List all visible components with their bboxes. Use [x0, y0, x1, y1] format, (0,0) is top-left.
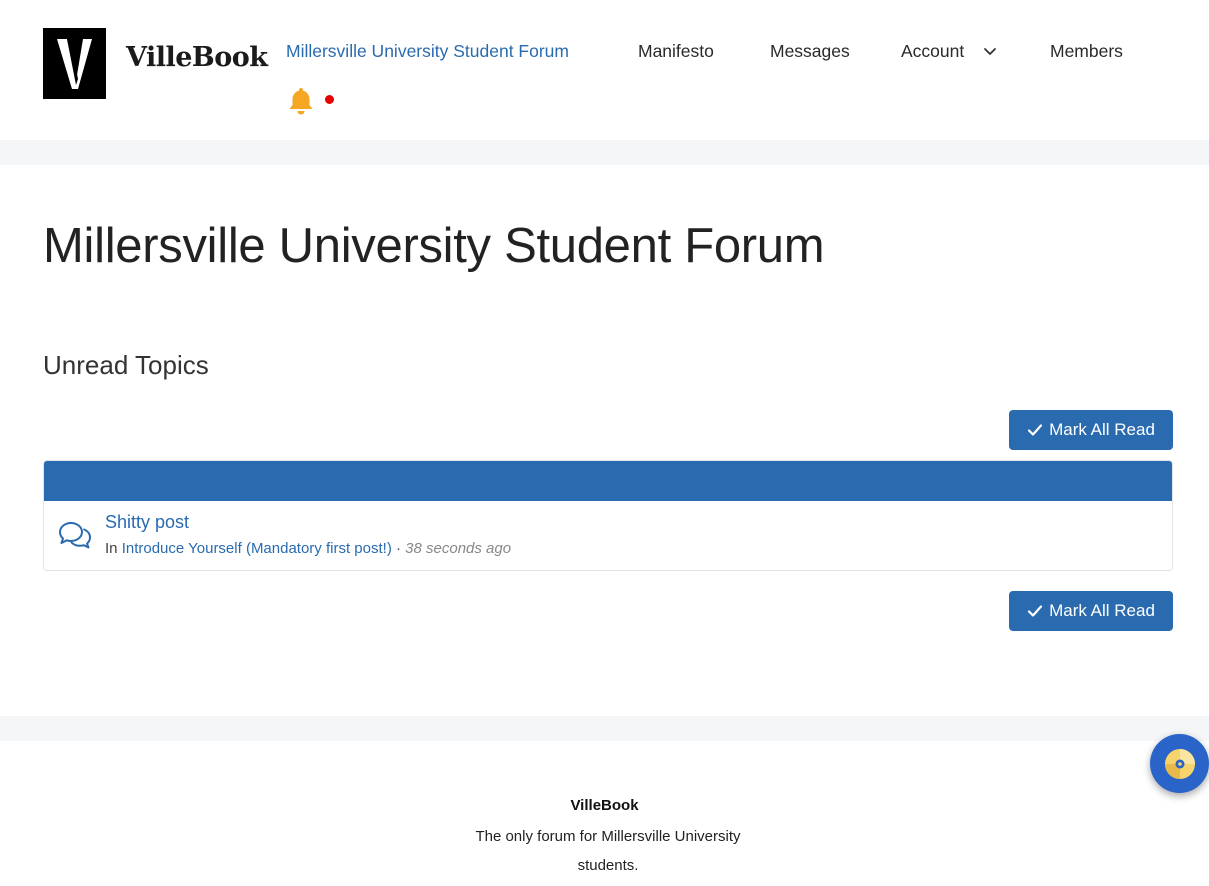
bell-icon[interactable]: [288, 86, 314, 116]
brand-name[interactable]: VilleBook: [126, 42, 268, 73]
site-logo[interactable]: [43, 28, 106, 99]
nav-manifesto[interactable]: Manifesto: [638, 39, 714, 63]
topic-title-link[interactable]: Shitty post: [105, 512, 189, 533]
footer-tagline: The only forum for Millersville Universi…: [475, 828, 741, 874]
site-footer: VilleBook The only forum for Millersvill…: [0, 741, 1209, 886]
check-icon: [1027, 605, 1043, 617]
topic-meta: In Introduce Yourself (Mandatory first p…: [105, 540, 511, 557]
topic-list: Shitty post In Introduce Yourself (Manda…: [43, 460, 1173, 571]
mark-all-read-button-bottom[interactable]: Mark All Read: [1009, 591, 1173, 631]
header-divider: [0, 140, 1209, 165]
topic-list-header: [44, 461, 1172, 501]
floating-action-button[interactable]: [1150, 734, 1209, 793]
notification-dot: [325, 95, 334, 104]
nav-forum[interactable]: Millersville University Student Forum: [286, 39, 569, 63]
logo-v-mark: [56, 38, 92, 89]
site-header: VilleBook Millersville University Studen…: [0, 0, 1209, 140]
section-title: Unread Topics: [43, 350, 209, 380]
nav-messages[interactable]: Messages: [770, 39, 850, 63]
topic-meta-separator: ·: [396, 540, 401, 557]
footer-divider: [0, 716, 1209, 741]
disc-icon: [1164, 748, 1195, 779]
mark-all-read-label: Mark All Read: [1049, 601, 1155, 620]
chevron-down-icon[interactable]: [982, 43, 998, 59]
nav-members[interactable]: Members: [1050, 39, 1123, 63]
mark-all-read-button-top[interactable]: Mark All Read: [1009, 410, 1173, 450]
check-icon: [1027, 424, 1043, 436]
topic-row[interactable]: Shitty post In Introduce Yourself (Manda…: [44, 501, 1172, 570]
page-title: Millersville University Student Forum: [43, 219, 825, 273]
topic-time: 38 seconds ago: [405, 540, 512, 557]
topic-in-label: In: [105, 540, 118, 557]
topic-category-link[interactable]: Introduce Yourself (Mandatory first post…: [122, 540, 392, 557]
mark-all-read-label: Mark All Read: [1049, 420, 1155, 439]
footer-brand: VilleBook: [570, 797, 639, 814]
chat-bubbles-icon: [59, 522, 91, 549]
nav-account[interactable]: Account: [901, 39, 964, 63]
